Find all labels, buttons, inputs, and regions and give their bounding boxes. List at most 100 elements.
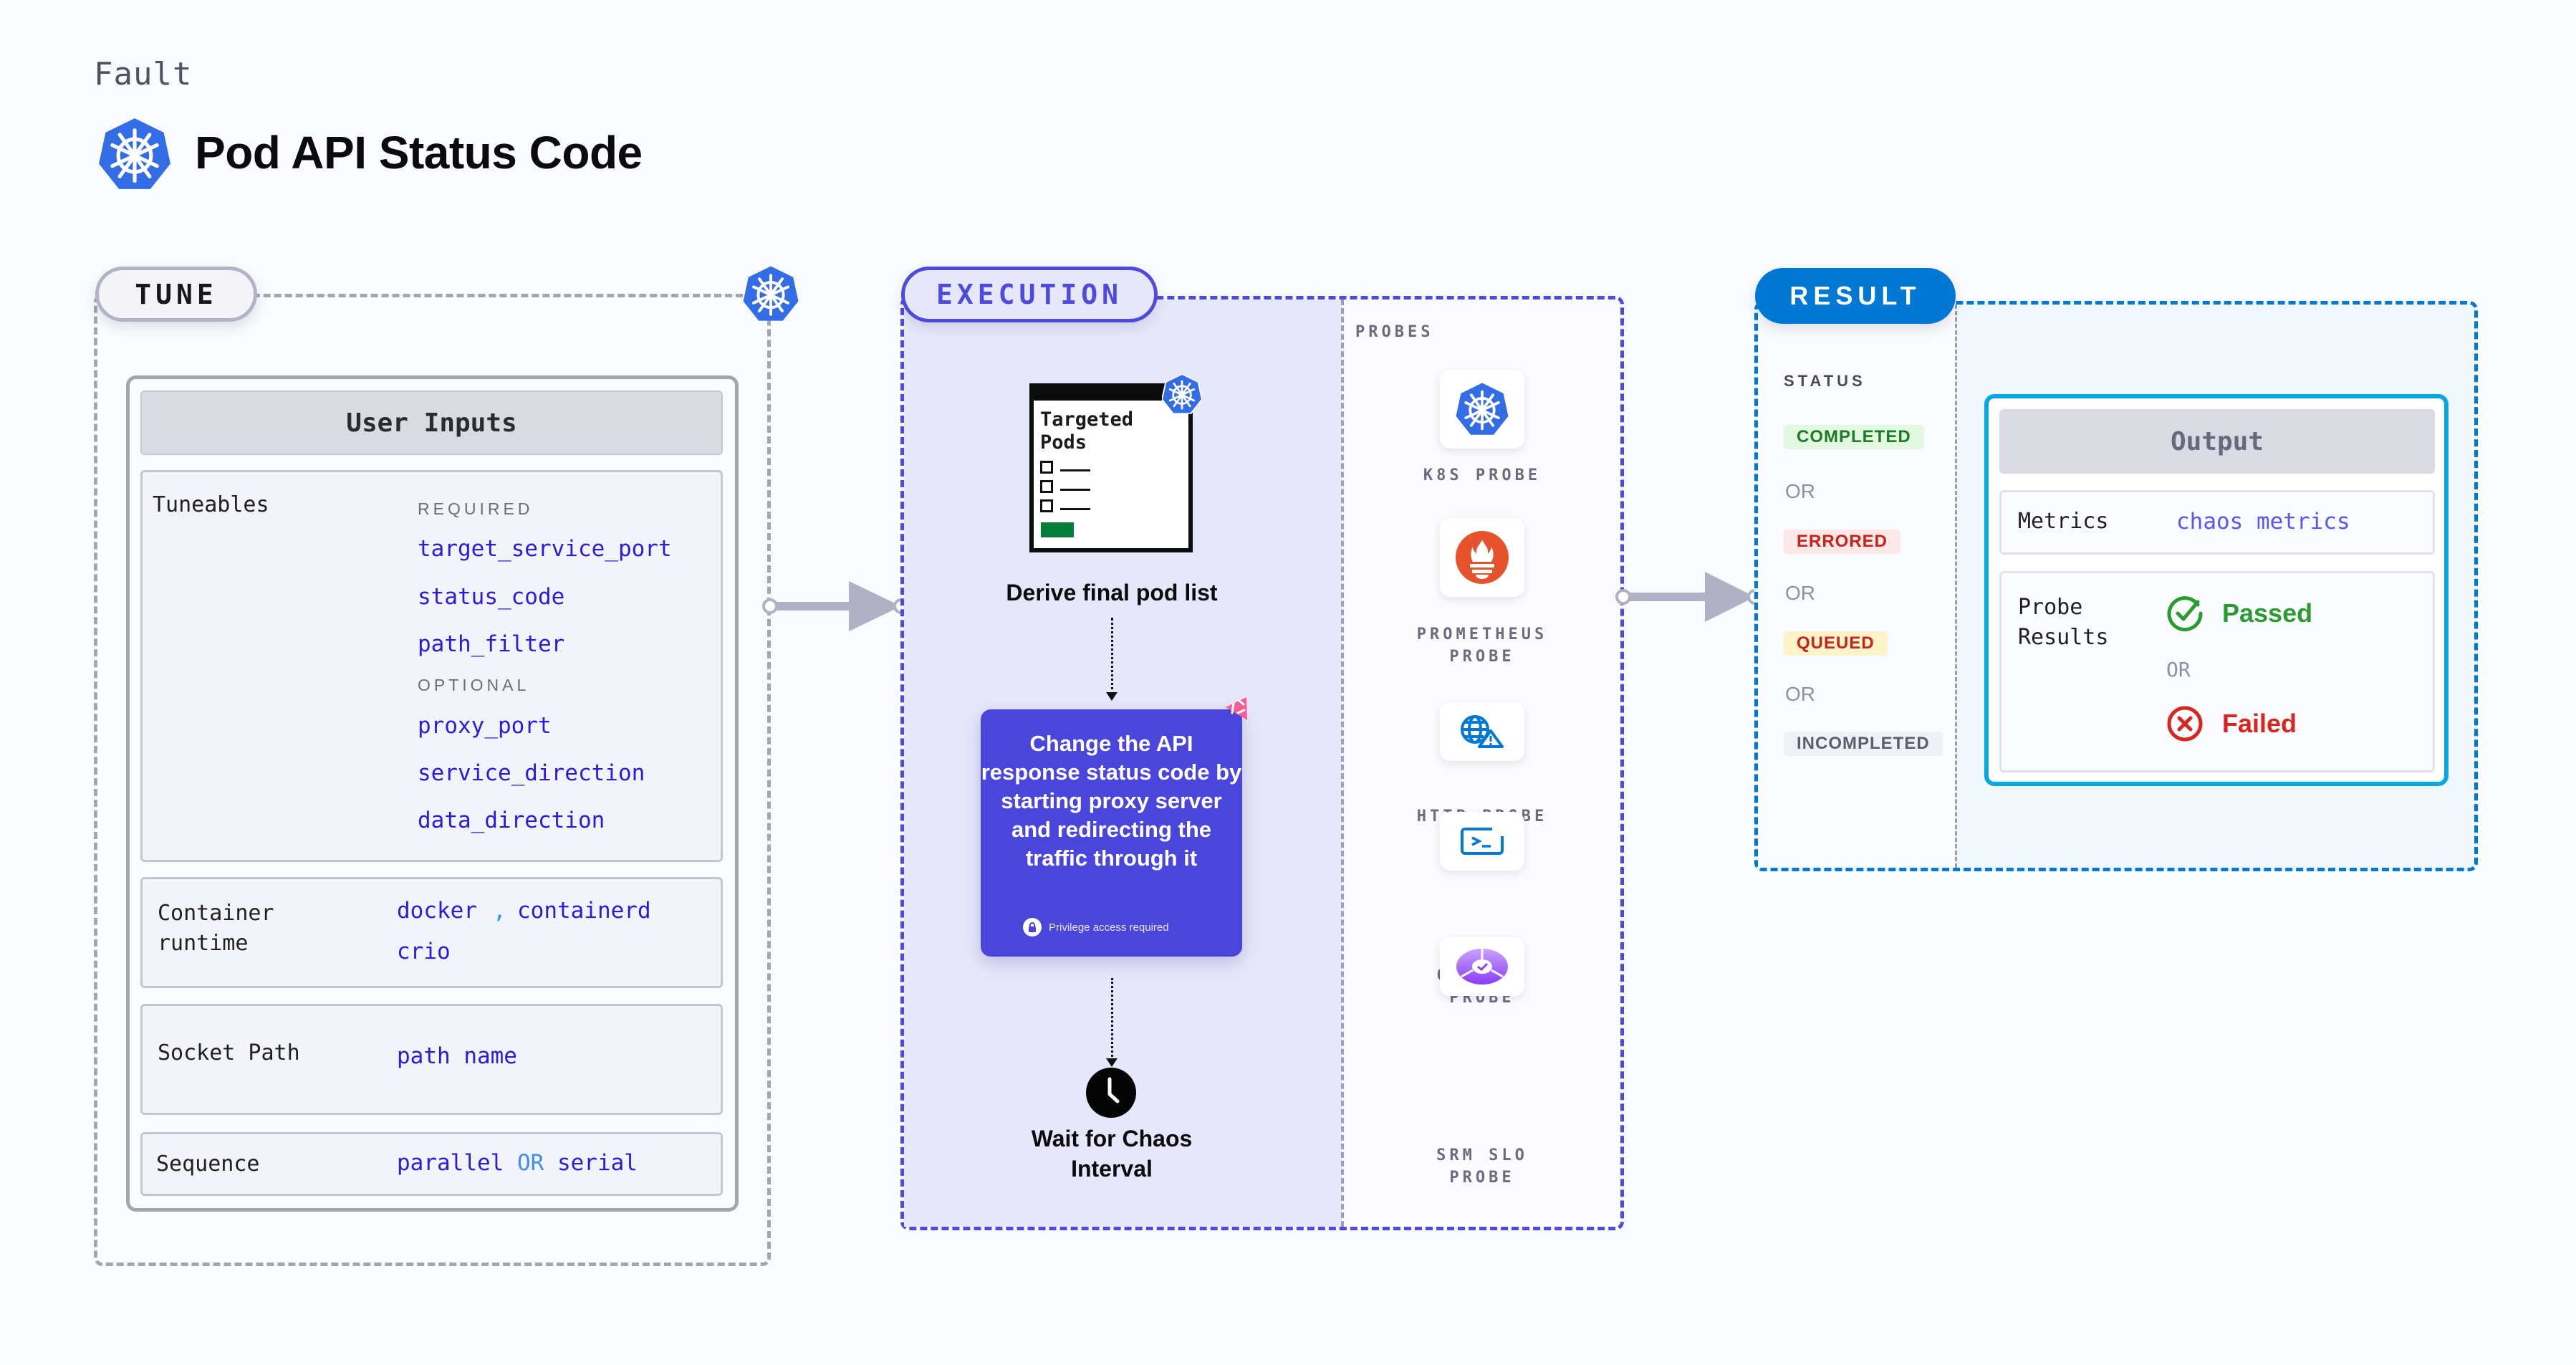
privilege-note: Privilege access required bbox=[1023, 918, 1169, 937]
step-wait-chaos-interval: Wait for Chaos Interval bbox=[976, 1124, 1248, 1184]
pod-line bbox=[1060, 489, 1090, 491]
sequence-serial: serial bbox=[557, 1150, 638, 1176]
page-eyebrow: Fault bbox=[94, 56, 193, 92]
passed-text: Passed bbox=[2222, 598, 2313, 628]
tuneable-service-direction: service_direction bbox=[418, 760, 645, 786]
probe-command[interactable] bbox=[1440, 812, 1524, 871]
tuneable-data-direction: data_direction bbox=[418, 808, 605, 833]
flow-connector-head bbox=[1106, 692, 1118, 701]
probe-results-label-line2: Results bbox=[2018, 625, 2109, 650]
probe-prometheus[interactable] bbox=[1440, 518, 1524, 597]
probe-prometheus-label-line2: PROBE bbox=[1449, 648, 1515, 666]
tuneable-path-filter: path_filter bbox=[418, 631, 565, 657]
step-wait-line1: Wait for Chaos bbox=[1031, 1126, 1193, 1151]
or-separator: OR bbox=[1785, 582, 1815, 604]
pod-checkbox bbox=[1040, 480, 1053, 493]
pod-checkbox bbox=[1040, 461, 1053, 474]
flow-arrow-execution-to-result bbox=[1615, 572, 1763, 622]
chaos-fault-icon bbox=[1226, 697, 1247, 720]
result-label: RESULT bbox=[1755, 268, 1956, 324]
kubernetes-icon bbox=[742, 265, 799, 322]
tuneable-proxy-port: proxy_port bbox=[418, 713, 552, 739]
user-inputs-title: User Inputs bbox=[140, 391, 723, 455]
flow-connector bbox=[1111, 618, 1113, 695]
socket-path-label: Socket Path bbox=[158, 1040, 300, 1065]
metrics-value: chaos metrics bbox=[2176, 509, 2350, 535]
privilege-note-text: Privilege access required bbox=[1049, 921, 1169, 934]
flow-connector-head bbox=[1106, 1058, 1118, 1067]
probe-k8s-label: K8S PROBE bbox=[1423, 466, 1542, 484]
slo-icon bbox=[1456, 948, 1508, 985]
flow-arrow-tune-to-execution bbox=[762, 581, 909, 631]
clock-icon bbox=[1086, 1068, 1136, 1118]
result-divider bbox=[1955, 305, 1957, 868]
step-derive-pod-list: Derive final pod list bbox=[1006, 580, 1218, 605]
probe-http[interactable] bbox=[1440, 702, 1524, 761]
tuneables-panel bbox=[140, 470, 723, 862]
output-title: Output bbox=[1999, 409, 2435, 474]
kubernetes-icon bbox=[1162, 374, 1202, 414]
probe-srm-slo[interactable] bbox=[1440, 937, 1524, 996]
metrics-label: Metrics bbox=[2018, 509, 2109, 534]
kubernetes-icon bbox=[1455, 382, 1509, 436]
probe-srm-slo-label: SRM SLO PROBE bbox=[1375, 1144, 1590, 1189]
execution-label: EXECUTION bbox=[901, 267, 1158, 322]
execution-divider bbox=[1341, 300, 1344, 1227]
targeted-pods-title-line2: Pods bbox=[1040, 431, 1087, 454]
or-separator: OR bbox=[1785, 683, 1815, 705]
lock-icon bbox=[1023, 918, 1042, 937]
optional-caption: OPTIONAL bbox=[418, 676, 530, 694]
pod-line bbox=[1060, 469, 1090, 471]
probe-results-label-line1: Probe bbox=[2018, 595, 2083, 620]
runtime-containerd: containerd bbox=[517, 898, 651, 924]
targeted-pods-title: Targeted Pods bbox=[1040, 408, 1133, 454]
sequence-parallel: parallel bbox=[397, 1150, 504, 1176]
status-badge-incompleted: INCOMPLETED bbox=[1784, 732, 1943, 756]
kubernetes-icon bbox=[97, 117, 172, 191]
or-separator: OR bbox=[1785, 480, 1815, 502]
tune-label: TUNE bbox=[95, 267, 257, 322]
pod-line bbox=[1060, 508, 1090, 510]
status-badge-errored: ERRORED bbox=[1784, 530, 1901, 554]
runtime-crio: crio bbox=[397, 939, 451, 964]
probe-srm-slo-label-line2: PROBE bbox=[1449, 1169, 1515, 1187]
pod-checkbox bbox=[1040, 499, 1053, 512]
container-runtime-label-line1: Container bbox=[158, 901, 274, 926]
probe-prometheus-label-line1: PROMETHEUS bbox=[1416, 626, 1548, 643]
sequence-options: parallel OR serial bbox=[397, 1150, 638, 1176]
status-badge-completed: COMPLETED bbox=[1784, 425, 1924, 449]
probe-srm-slo-label-line1: SRM SLO bbox=[1436, 1146, 1528, 1164]
step-wait-line2: Interval bbox=[1071, 1156, 1153, 1182]
sequence-or: OR bbox=[516, 1150, 544, 1176]
tuneable-target-service-port: target_service_port bbox=[418, 536, 672, 562]
container-runtime-label-line2: runtime bbox=[158, 931, 249, 956]
probes-caption: PROBES bbox=[1355, 323, 1434, 341]
probe-result-passed: Passed bbox=[2166, 595, 2312, 632]
status-badge-queued: QUEUED bbox=[1784, 631, 1888, 656]
flow-connector bbox=[1111, 978, 1113, 1060]
or-separator: OR bbox=[2166, 658, 2191, 681]
failed-text: Failed bbox=[2222, 709, 2297, 738]
pods-action-bar bbox=[1041, 522, 1074, 537]
probe-k8s[interactable] bbox=[1440, 370, 1524, 449]
status-caption: STATUS bbox=[1784, 372, 1866, 390]
required-caption: REQUIRED bbox=[418, 499, 534, 518]
sequence-label: Sequence bbox=[156, 1151, 260, 1177]
runtime-separator: , bbox=[493, 898, 506, 924]
targeted-pods-title-line1: Targeted bbox=[1040, 408, 1134, 431]
check-circle-icon bbox=[2167, 596, 2203, 632]
prometheus-icon bbox=[1456, 531, 1509, 584]
container-runtime-label: Container runtime bbox=[158, 899, 274, 959]
runtime-docker: docker bbox=[397, 898, 477, 924]
tuneable-status-code: status_code bbox=[418, 584, 565, 610]
page-title: Pod API Status Code bbox=[195, 127, 643, 178]
chaos-step-description: Change the API response status code by s… bbox=[981, 731, 1242, 871]
tuneables-label: Tuneables bbox=[153, 492, 269, 517]
terminal-icon bbox=[1461, 828, 1504, 855]
probe-result-failed: Failed bbox=[2166, 705, 2297, 742]
x-circle-icon bbox=[2167, 706, 2203, 742]
probe-prometheus-label: PROMETHEUS PROBE bbox=[1375, 623, 1590, 668]
socket-path-value: path name bbox=[397, 1043, 517, 1069]
globe-warning-icon bbox=[1461, 715, 1504, 748]
probe-results-label: Probe Results bbox=[2018, 593, 2108, 653]
